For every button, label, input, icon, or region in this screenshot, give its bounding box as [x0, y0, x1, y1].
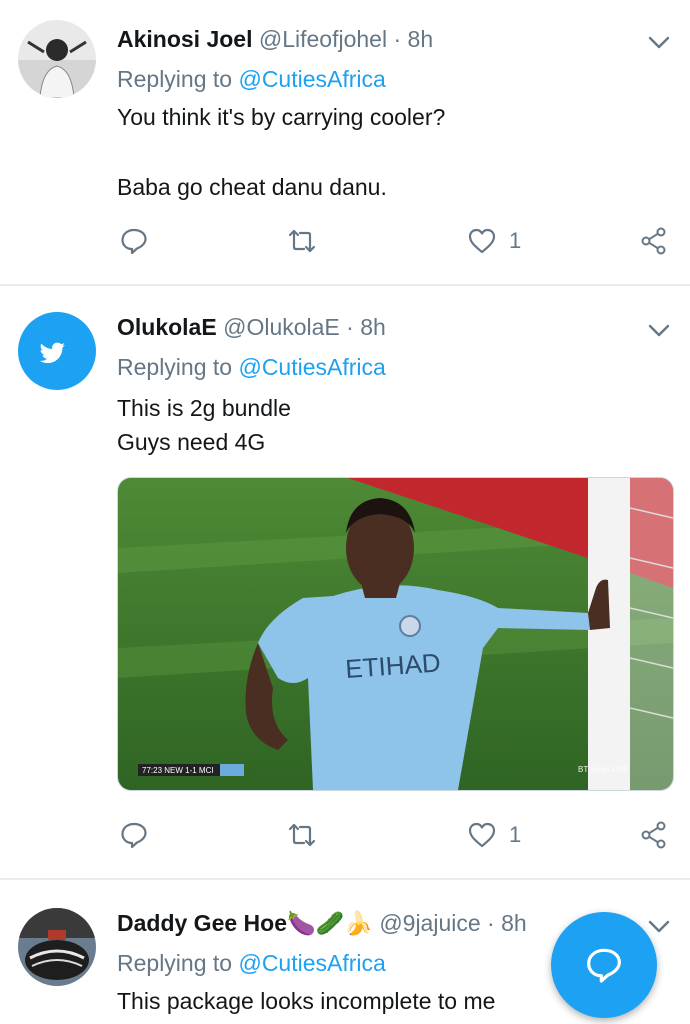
mention-link[interactable]: @CutiesAfrica	[238, 66, 385, 92]
display-name[interactable]: Akinosi Joel	[117, 26, 252, 52]
broadcaster-logo-text: BT Sport LIVE	[578, 765, 629, 774]
avatar[interactable]	[18, 20, 96, 98]
tweet[interactable]: Akinosi Joel @Lifeofjohel · 8h Replying …	[0, 0, 690, 284]
share-icon	[641, 227, 666, 255]
name-emoji: 🍆🥒🍌	[287, 910, 373, 936]
tweet-text-line: This package looks incomplete to me	[117, 988, 496, 1014]
separator-dot: ·	[346, 314, 354, 340]
replying-to-label: Replying to	[117, 950, 239, 976]
timestamp[interactable]: 8h	[501, 910, 527, 936]
avatar[interactable]	[18, 312, 96, 390]
compose-reply-icon	[587, 948, 621, 983]
like-count: 1	[509, 822, 522, 847]
tweet-text-line: Guys need 4G	[117, 429, 266, 455]
twitter-bird-icon	[39, 342, 65, 364]
user-handle[interactable]: @9jajuice	[379, 910, 480, 936]
like-button[interactable]: 1	[467, 224, 521, 258]
like-count: 1	[509, 228, 522, 253]
reply-button[interactable]	[119, 818, 149, 852]
replying-to: Replying to @CutiesAfrica	[117, 950, 386, 977]
display-name[interactable]: Daddy Gee Hoe	[117, 910, 287, 936]
avatar-photo	[18, 908, 96, 986]
separator-dot: ·	[487, 910, 495, 936]
mention-link[interactable]: @CutiesAfrica	[238, 950, 385, 976]
replying-to: Replying to @CutiesAfrica	[117, 66, 386, 93]
scoreboard-text: 77:23 NEW 1-1 MCI	[142, 766, 214, 775]
heart-icon	[468, 822, 496, 848]
user-handle[interactable]: @Lifeofjohel	[259, 26, 387, 52]
tweet-media-image[interactable]: ETIHAD 77:23 NEW 1-1 MCI BT Sport LIVE	[117, 477, 674, 791]
display-name[interactable]: OlukolaE	[117, 314, 217, 340]
chevron-down-icon[interactable]	[648, 324, 670, 338]
heart-icon	[468, 228, 496, 254]
reply-icon	[121, 228, 147, 255]
reply-button[interactable]	[119, 224, 149, 258]
mention-link[interactable]: @CutiesAfrica	[238, 354, 385, 380]
share-button[interactable]	[639, 818, 669, 852]
tweet-header: OlukolaE @OlukolaE · 8h	[117, 314, 386, 341]
user-handle[interactable]: @OlukolaE	[223, 314, 340, 340]
compose-reply-button[interactable]	[551, 912, 657, 1018]
tweet-actions: 1	[117, 818, 672, 852]
tweet-header: Daddy Gee Hoe🍆🥒🍌 @9jajuice · 8h	[117, 910, 527, 937]
tweet-text-line: Baba go cheat danu danu.	[117, 174, 387, 200]
like-button[interactable]: 1	[467, 818, 521, 852]
retweet-button[interactable]	[287, 224, 317, 258]
replying-to-label: Replying to	[117, 354, 239, 380]
separator-dot: ·	[393, 26, 402, 52]
football-player-photo: ETIHAD 77:23 NEW 1-1 MCI BT Sport LIVE	[118, 478, 673, 790]
share-button[interactable]	[639, 224, 669, 258]
share-icon	[641, 821, 666, 849]
timestamp[interactable]: 8h	[408, 26, 434, 52]
tweet-text-line: You think it's by carrying cooler?	[117, 104, 446, 130]
retweet-icon	[288, 229, 316, 253]
chevron-down-icon[interactable]	[648, 920, 670, 934]
replying-to: Replying to @CutiesAfrica	[117, 354, 386, 381]
replying-to-label: Replying to	[117, 66, 239, 92]
retweet-icon	[288, 823, 316, 847]
timestamp[interactable]: 8h	[360, 314, 386, 340]
avatar[interactable]	[18, 908, 96, 986]
tweet-header: Akinosi Joel @Lifeofjohel · 8h	[117, 26, 433, 53]
tweet-actions: 1	[117, 224, 672, 258]
avatar-photo	[18, 20, 96, 98]
chevron-down-icon[interactable]	[648, 36, 670, 50]
tweet-text-line: This is 2g bundle	[117, 395, 291, 421]
reply-icon	[121, 822, 147, 849]
retweet-button[interactable]	[287, 818, 317, 852]
